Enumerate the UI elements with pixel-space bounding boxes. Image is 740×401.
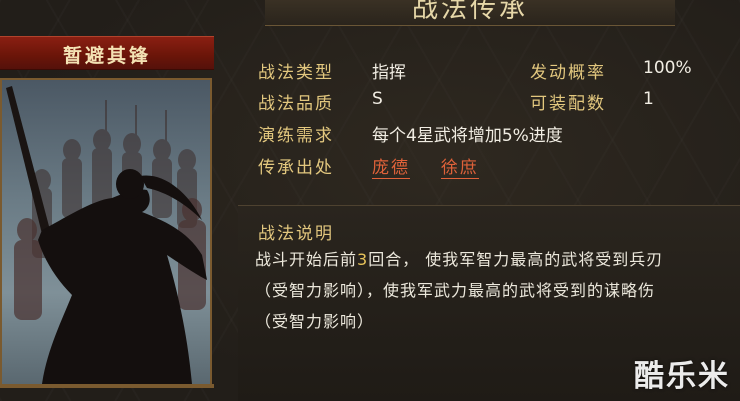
trigger-rate-value: 100%	[643, 58, 692, 78]
tactic-grade-value-wrap: S	[372, 89, 383, 109]
header-banner: 战法传承	[265, 0, 675, 26]
card-frame-bottom	[0, 384, 214, 388]
tactic-type-row: 战法类型	[258, 58, 334, 83]
source-general-pangde-link[interactable]: 庞德	[372, 158, 410, 179]
description-line-3: （受智力影响）	[255, 312, 375, 331]
training-label: 演练需求	[258, 126, 334, 146]
description-title: 战法说明	[258, 224, 334, 244]
description-line-1: 战斗开始后前3回合， 使我军智力最高的武将受到兵刃	[255, 246, 663, 270]
tactic-name-banner: 暂避其锋	[0, 36, 214, 70]
page-title: 战法传承	[411, 0, 528, 24]
tactic-type-value: 指挥	[372, 63, 406, 83]
equip-count-value-wrap: 1	[643, 89, 654, 109]
trigger-rate-label: 发动概率	[530, 63, 606, 83]
trigger-rate-row: 发动概率	[530, 58, 606, 83]
inherit-source-links: 庞德 徐庶	[372, 153, 479, 179]
tactic-grade-value: S	[372, 89, 383, 109]
inherit-source-label: 传承出处	[258, 158, 334, 178]
inherit-source-row: 传承出处	[258, 153, 334, 178]
tactic-name: 暂避其锋	[62, 45, 151, 67]
trigger-rate-value-wrap: 100%	[643, 58, 692, 78]
equip-count-row: 可装配数	[530, 89, 606, 114]
training-value: 每个4星武将增加5%进度	[372, 126, 563, 146]
tactic-grade-label: 战法品质	[258, 94, 334, 114]
description-line-1-end: 回合， 使我军智力最高的武将受到兵刃	[368, 250, 664, 269]
training-value-wrap: 每个4星武将增加5%进度	[372, 121, 563, 146]
tactic-grade-row: 战法品质	[258, 89, 334, 114]
tactic-type-value-wrap: 指挥	[372, 58, 406, 83]
equip-count-value: 1	[643, 89, 654, 109]
source-general-xushu-link[interactable]: 徐庶	[440, 158, 479, 179]
warrior-silhouette-art	[6, 86, 207, 384]
site-watermark: 酷乐米	[634, 359, 730, 394]
training-row: 演练需求	[258, 121, 334, 146]
equip-count-label: 可装配数	[530, 94, 606, 114]
tactic-illustration	[0, 78, 212, 386]
tactic-type-label: 战法类型	[258, 63, 334, 83]
round-count-highlight: 3	[357, 250, 369, 269]
description-line-1-start: 战斗开始后前	[255, 250, 358, 269]
description-line-2: （受智力影响），使我军武力最高的武将受到的谋略伤	[255, 281, 656, 300]
